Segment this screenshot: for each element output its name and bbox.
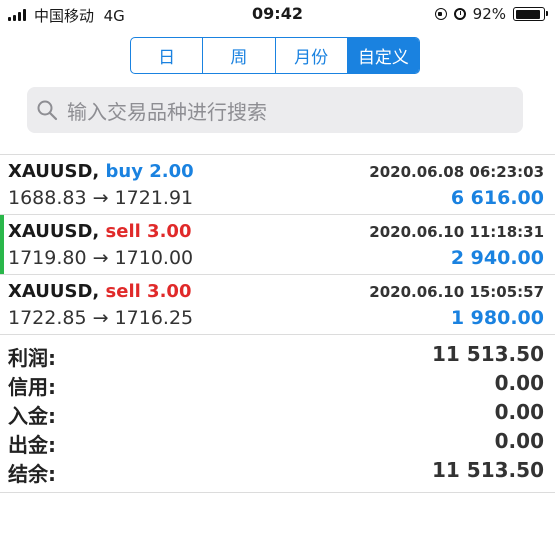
tab-week[interactable]: 周 (203, 38, 276, 73)
trade-symbol: XAUUSD (8, 281, 93, 302)
summary-label: 利润: (8, 346, 56, 370)
trade-separator: , (92, 281, 100, 302)
alarm-icon (453, 8, 466, 20)
trade-profit: 1 980.00 (450, 307, 544, 329)
trade-prices: 1688.83 → 1721.91 (8, 187, 194, 209)
summary-balance-row: 结余: 11 513.50 (0, 456, 555, 486)
trade-row[interactable]: XAUUSD, sell 3.00 1719.80 → 1710.00 2020… (0, 215, 555, 275)
rotation-lock-icon (434, 8, 447, 20)
trade-symbol-line: XAUUSD, sell 3.00 (8, 221, 191, 242)
search-icon (37, 100, 58, 121)
trade-side: sell 3.00 (105, 221, 192, 242)
trade-side: buy 2.00 (105, 161, 194, 182)
summary-value: 11 513.50 (432, 342, 544, 366)
search-placeholder: 输入交易品种进行搜索 (67, 99, 267, 124)
trade-time: 2020.06.10 15:05:57 (369, 283, 544, 301)
trade-symbol: XAUUSD (8, 221, 93, 242)
trade-row[interactable]: XAUUSD, buy 2.00 1688.83 → 1721.91 2020.… (0, 155, 555, 215)
trade-time: 2020.06.10 11:18:31 (369, 223, 544, 241)
status-bar: 中国移动 4G 09:42 92% (0, 0, 555, 30)
search-input[interactable]: 输入交易品种进行搜索 (27, 87, 523, 133)
summary-label: 出金: (8, 433, 56, 457)
summary-withdrawal-row: 出金: 0.00 (0, 427, 555, 457)
trade-separator: , (92, 161, 100, 182)
trade-separator: , (92, 221, 100, 242)
trade-symbol-line: XAUUSD, sell 3.00 (8, 281, 191, 302)
selected-indicator (0, 215, 4, 275)
trade-profit: 6 616.00 (450, 187, 544, 209)
summary-profit-row: 利润: 11 513.50 (0, 340, 555, 370)
trade-profit: 2 940.00 (450, 247, 544, 269)
trade-row[interactable]: XAUUSD, sell 3.00 1722.85 → 1716.25 2020… (0, 275, 555, 335)
trade-symbol-line: XAUUSD, buy 2.00 (8, 161, 194, 182)
divider (0, 334, 555, 335)
status-right: 92% (434, 5, 548, 23)
tab-month[interactable]: 月份 (276, 38, 348, 73)
battery-percent: 92% (472, 5, 506, 23)
summary-value: 0.00 (494, 371, 544, 395)
summary-label: 入金: (8, 404, 56, 428)
trade-prices: 1719.80 → 1710.00 (8, 247, 194, 269)
summary-credit-row: 信用: 0.00 (0, 369, 555, 399)
trade-prices: 1722.85 → 1716.25 (8, 307, 194, 329)
trade-time: 2020.06.08 06:23:03 (369, 163, 544, 181)
summary-deposit-row: 入金: 0.00 (0, 398, 555, 428)
summary-value: 0.00 (494, 429, 544, 453)
summary-label: 结余: (8, 462, 56, 486)
summary-value: 11 513.50 (432, 458, 544, 482)
trade-symbol: XAUUSD (8, 161, 93, 182)
summary-label: 信用: (8, 375, 56, 399)
battery-icon (513, 7, 548, 21)
trade-side: sell 3.00 (105, 281, 192, 302)
tab-custom[interactable]: 自定义 (347, 38, 419, 73)
tab-day[interactable]: 日 (131, 38, 204, 73)
period-segmented-control: 日 周 月份 自定义 (130, 37, 420, 74)
divider (0, 492, 555, 493)
summary-value: 0.00 (494, 400, 544, 424)
